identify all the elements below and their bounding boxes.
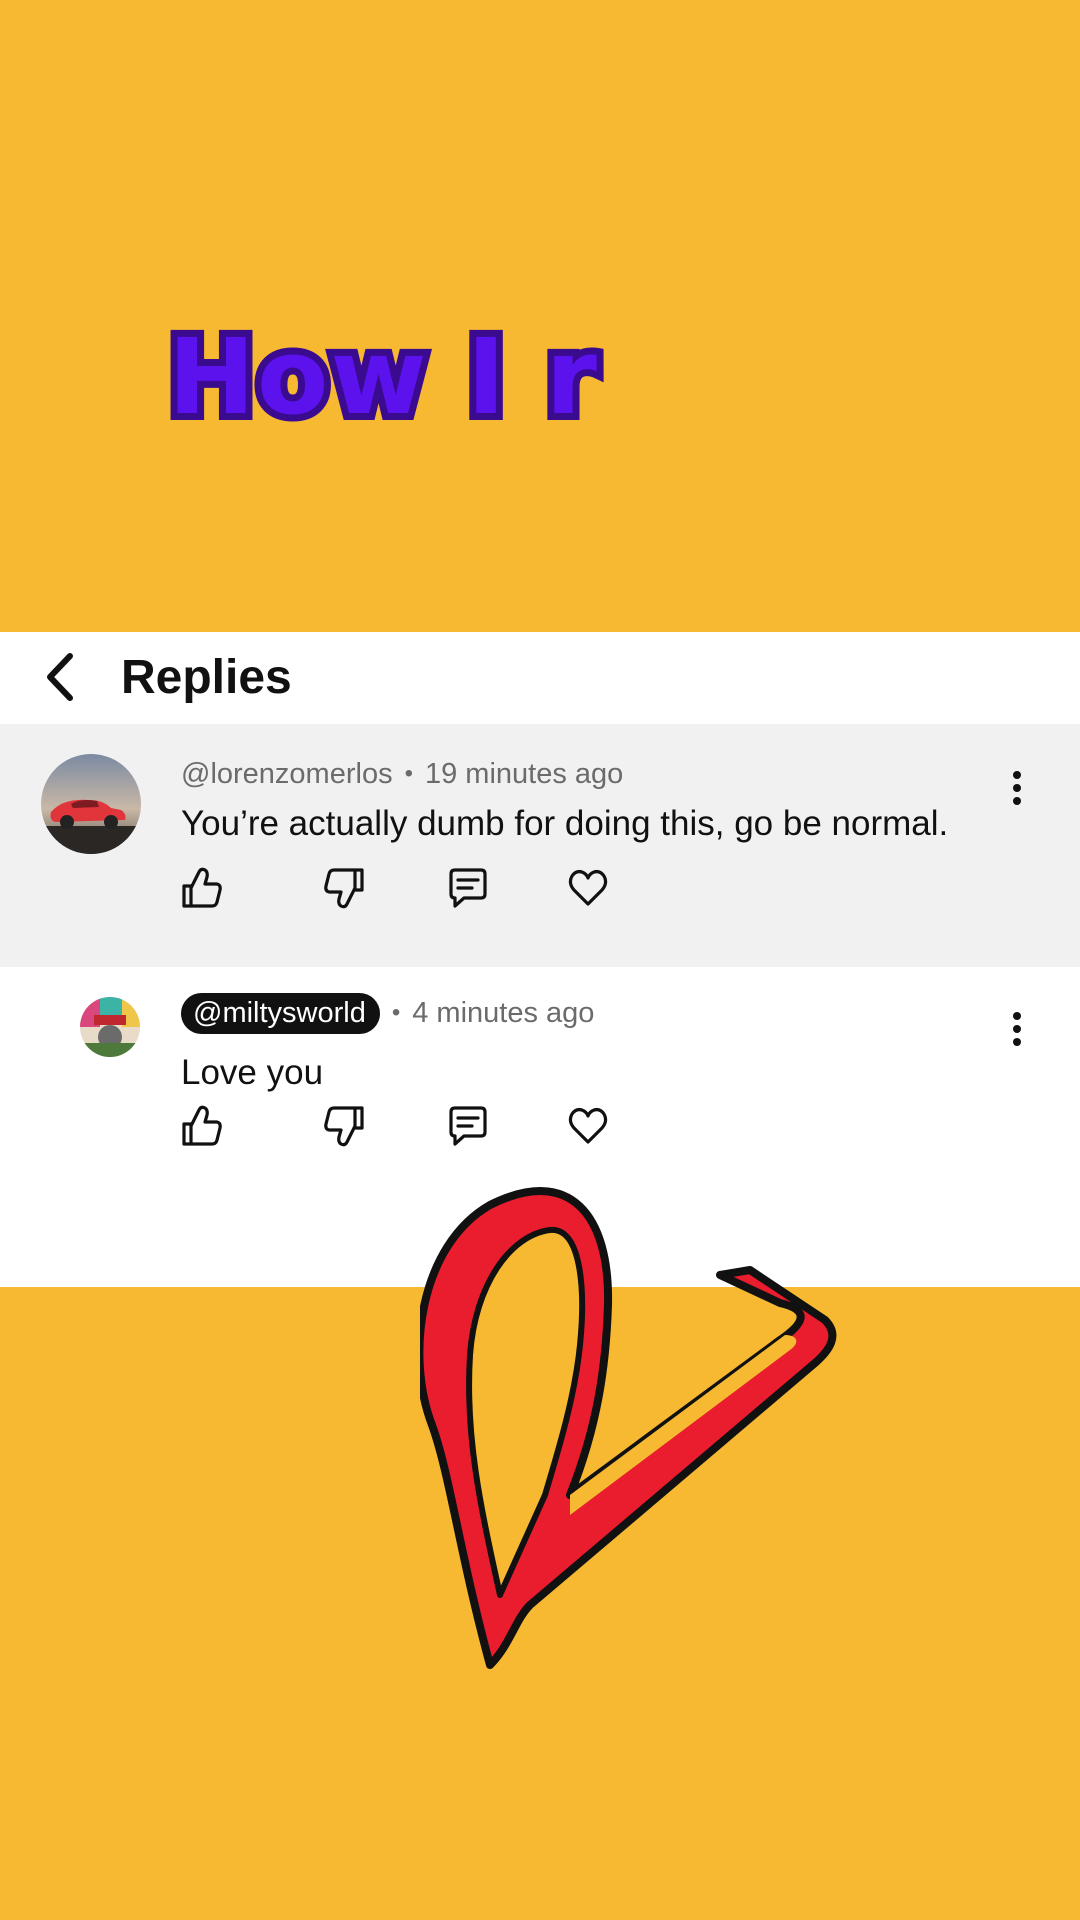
creator-handle-badge[interactable]: @miltysworld bbox=[181, 992, 380, 1034]
avatar[interactable] bbox=[80, 997, 140, 1057]
avatar[interactable] bbox=[41, 754, 141, 854]
page-title: Replies bbox=[121, 651, 292, 704]
heart-icon bbox=[568, 1107, 608, 1144]
more-dot bbox=[1013, 797, 1021, 805]
heart-button[interactable] bbox=[566, 1102, 610, 1150]
like-button[interactable] bbox=[180, 864, 224, 912]
back-button[interactable] bbox=[30, 646, 90, 708]
reply-icon bbox=[449, 868, 487, 908]
heart-sticker bbox=[420, 1187, 837, 1669]
comment-timestamp: 4 minutes ago bbox=[412, 996, 595, 1029]
more-dot bbox=[1013, 771, 1021, 779]
chevron-left-icon bbox=[47, 653, 73, 701]
dislike-button[interactable] bbox=[322, 864, 366, 912]
heart-button[interactable] bbox=[566, 864, 610, 912]
comment-text: You’re actually dumb for doing this, go … bbox=[181, 804, 949, 843]
parent-comment: @lorenzomerlos • 19 minutes ago You’re a… bbox=[0, 724, 1080, 967]
video-screen: How I r Replies @lorenzomerlos • 19 minu… bbox=[0, 0, 1080, 1920]
comment-text: Love you bbox=[181, 1053, 324, 1092]
overlay-caption: How I r bbox=[161, 316, 604, 438]
reply-button[interactable] bbox=[446, 1102, 490, 1150]
more-options-button[interactable] bbox=[999, 760, 1035, 816]
comment-meta: @lorenzomerlos • 19 minutes ago bbox=[181, 752, 623, 796]
more-dot bbox=[1013, 784, 1021, 792]
thumbs-up-icon bbox=[182, 1105, 222, 1146]
more-options-button[interactable] bbox=[999, 1001, 1035, 1057]
thumbs-down-icon bbox=[324, 1106, 364, 1147]
heart-icon bbox=[568, 869, 608, 906]
reply-button[interactable] bbox=[446, 864, 490, 912]
meta-separator: • bbox=[404, 760, 413, 787]
reply-icon bbox=[449, 1106, 487, 1146]
thumbs-down-icon bbox=[324, 868, 364, 909]
meta-separator: • bbox=[391, 999, 401, 1026]
comment-author[interactable]: @lorenzomerlos bbox=[181, 758, 393, 791]
dislike-button[interactable] bbox=[322, 1102, 366, 1150]
more-dot bbox=[1013, 1012, 1021, 1020]
thumbs-up-icon bbox=[182, 867, 222, 908]
like-button[interactable] bbox=[180, 1102, 224, 1150]
more-dot bbox=[1013, 1038, 1021, 1046]
comment-meta: @miltysworld • 4 minutes ago bbox=[181, 991, 594, 1035]
more-dot bbox=[1013, 1025, 1021, 1033]
replies-header: Replies bbox=[0, 632, 1080, 724]
comment-timestamp: 19 minutes ago bbox=[424, 757, 624, 790]
